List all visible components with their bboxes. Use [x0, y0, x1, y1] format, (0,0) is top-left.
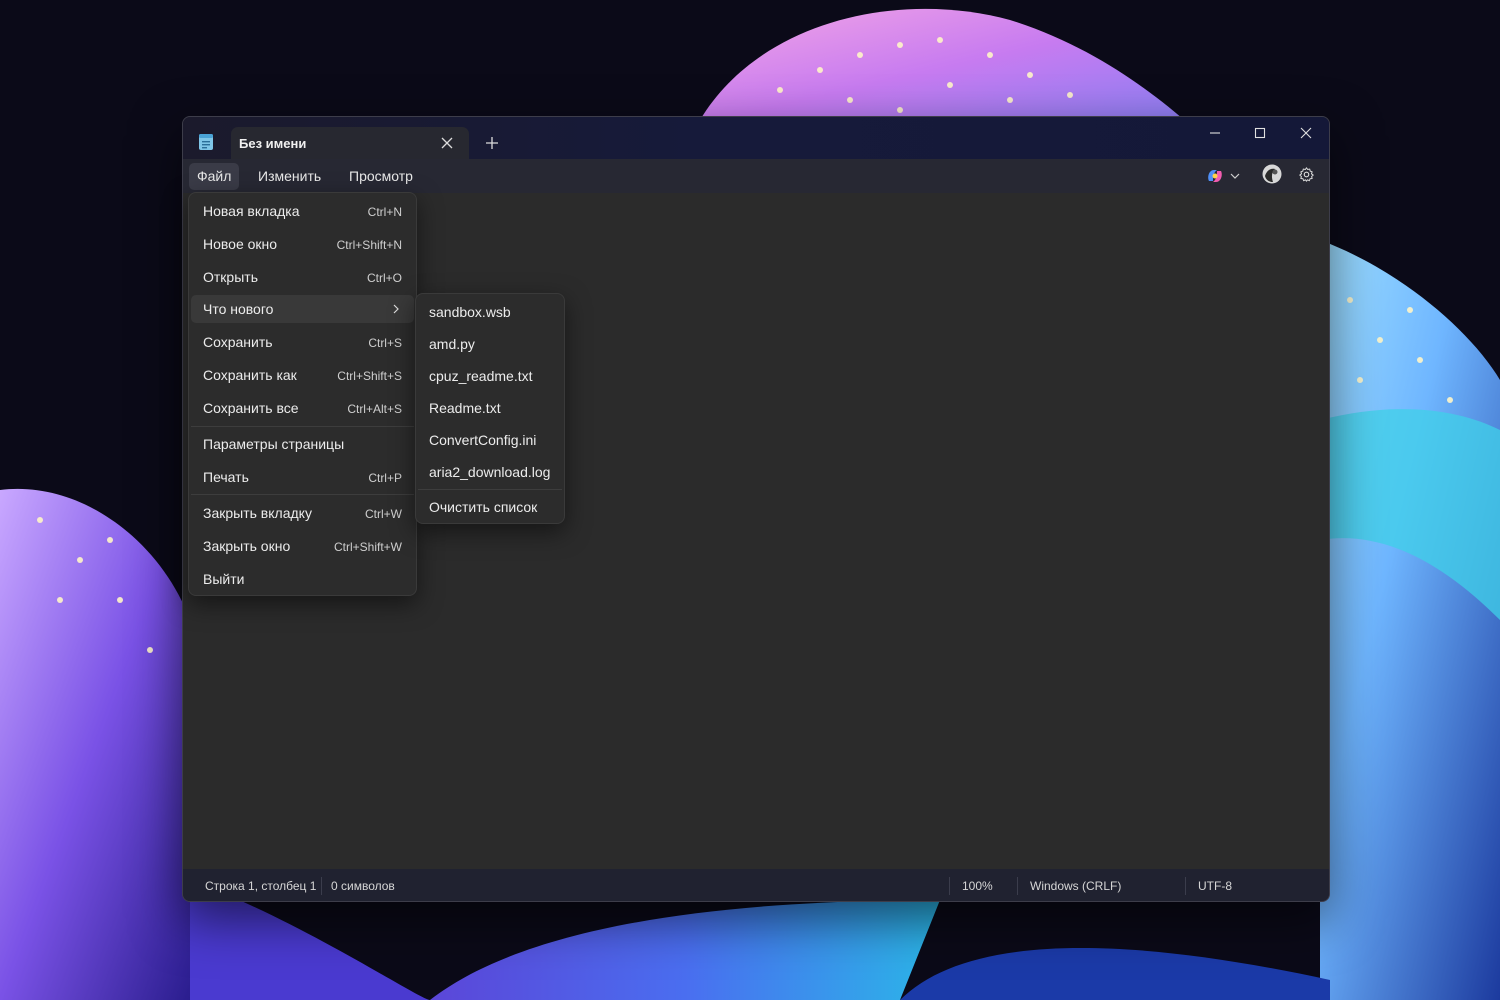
status-zoom[interactable]: 100%: [962, 879, 993, 893]
menu-item-shortcut: Ctrl+Alt+S: [347, 402, 402, 416]
menu-item-save-all[interactable]: Сохранить все Ctrl+Alt+S: [191, 394, 414, 422]
status-char-count: 0 символов: [331, 879, 395, 893]
avatar[interactable]: [1262, 164, 1282, 184]
menu-item-label: Закрыть окно: [203, 538, 291, 554]
status-line-ending[interactable]: Windows (CRLF): [1030, 879, 1121, 893]
menu-item-shortcut: Ctrl+Shift+S: [337, 369, 402, 383]
menu-item-shortcut: Ctrl+Shift+N: [336, 238, 402, 252]
chevron-right-icon: [393, 304, 399, 314]
recent-file-label: sandbox.wsb: [429, 304, 511, 320]
recent-file-item[interactable]: Readme.txt: [418, 394, 562, 422]
menu-item-close-window[interactable]: Закрыть окно Ctrl+Shift+W: [191, 532, 414, 560]
status-divider: [1017, 877, 1018, 895]
menu-file[interactable]: Файл: [189, 163, 240, 190]
menu-item-new-window[interactable]: Новое окно Ctrl+Shift+N: [191, 230, 414, 258]
menu-item-recent[interactable]: Что нового: [191, 295, 414, 323]
menu-separator: [191, 494, 414, 495]
menu-separator: [191, 426, 414, 427]
menu-item-label: Параметры страницы: [203, 436, 345, 452]
menu-item-label: Закрыть вкладку: [203, 505, 312, 521]
recent-file-label: amd.py: [429, 336, 475, 352]
menu-item-shortcut: Ctrl+S: [368, 336, 402, 350]
menu-item-label: Выйти: [203, 571, 245, 587]
recent-file-label: aria2_download.log: [429, 464, 551, 480]
recent-file-item[interactable]: cpuz_readme.txt: [418, 362, 562, 390]
notepad-icon: [199, 134, 213, 150]
menu-item-shortcut: Ctrl+W: [365, 507, 402, 521]
recent-file-label: cpuz_readme.txt: [429, 368, 533, 384]
menu-item-shortcut: Ctrl+N: [367, 205, 402, 219]
menu-item-label: Что нового: [203, 301, 274, 317]
menu-item-shortcut: Ctrl+Shift+W: [333, 540, 402, 554]
recent-file-item[interactable]: sandbox.wsb: [418, 298, 562, 326]
status-bar: Строка 1, столбец 1 0 символов 100% Wind…: [183, 869, 1329, 901]
file-menu: Новая вкладка Ctrl+N Новое окно Ctrl+Shi…: [188, 192, 417, 596]
status-position: Строка 1, столбец 1: [205, 879, 317, 893]
gear-icon[interactable]: [1298, 166, 1315, 183]
title-bar: Без имени: [183, 117, 1329, 159]
menu-item-shortcut: Ctrl+O: [366, 271, 402, 285]
status-divider: [949, 877, 950, 895]
menu-item-label: Сохранить: [203, 334, 273, 350]
recent-file-item[interactable]: amd.py: [418, 330, 562, 358]
recent-file-label: Readme.txt: [429, 400, 501, 416]
plus-icon[interactable]: [484, 135, 500, 151]
menu-item-save-as[interactable]: Сохранить как Ctrl+Shift+S: [191, 361, 414, 389]
recent-files-submenu: sandbox.wsb amd.py cpuz_readme.txt Readm…: [415, 293, 565, 524]
menu-item-label: Новая вкладка: [203, 203, 300, 219]
menu-item-exit[interactable]: Выйти: [191, 565, 414, 593]
menu-item-label: Сохранить все: [203, 400, 299, 416]
menu-item-page-setup[interactable]: Параметры страницы: [191, 430, 414, 458]
menu-item-open[interactable]: Открыть Ctrl+O: [191, 263, 414, 291]
status-divider: [1185, 877, 1186, 895]
menu-bar: Файл Изменить Просмотр: [183, 159, 1329, 193]
menu-item-save[interactable]: Сохранить Ctrl+S: [191, 328, 414, 356]
status-divider: [321, 877, 322, 895]
close-icon[interactable]: [439, 135, 455, 151]
tab-untitled[interactable]: Без имени: [231, 127, 469, 159]
menu-item-close-tab[interactable]: Закрыть вкладку Ctrl+W: [191, 499, 414, 527]
menu-item-label: Новое окно: [203, 236, 278, 252]
copilot-icon[interactable]: [1205, 167, 1225, 185]
clear-list-label: Очистить список: [429, 499, 538, 515]
tab-title: Без имени: [239, 136, 307, 151]
recent-file-item[interactable]: aria2_download.log: [418, 458, 562, 486]
recent-file-item[interactable]: ConvertConfig.ini: [418, 426, 562, 454]
status-encoding[interactable]: UTF-8: [1198, 879, 1232, 893]
menu-item-shortcut: Ctrl+P: [368, 471, 402, 485]
menu-item-label: Печать: [203, 469, 249, 485]
menu-edit[interactable]: Изменить: [250, 163, 329, 190]
maximize-icon[interactable]: [1252, 125, 1268, 141]
recent-file-label: ConvertConfig.ini: [429, 432, 537, 448]
menu-item-print[interactable]: Печать Ctrl+P: [191, 463, 414, 491]
menu-separator: [418, 489, 562, 490]
menu-item-label: Открыть: [203, 269, 258, 285]
menu-item-new-tab[interactable]: Новая вкладка Ctrl+N: [191, 197, 414, 225]
menu-item-label: Сохранить как: [203, 367, 297, 383]
minimize-icon[interactable]: [1207, 125, 1223, 141]
chevron-down-icon[interactable]: [1230, 171, 1240, 181]
clear-list-button[interactable]: Очистить список: [418, 493, 562, 521]
close-icon[interactable]: [1298, 125, 1314, 141]
menu-view[interactable]: Просмотр: [341, 163, 421, 190]
